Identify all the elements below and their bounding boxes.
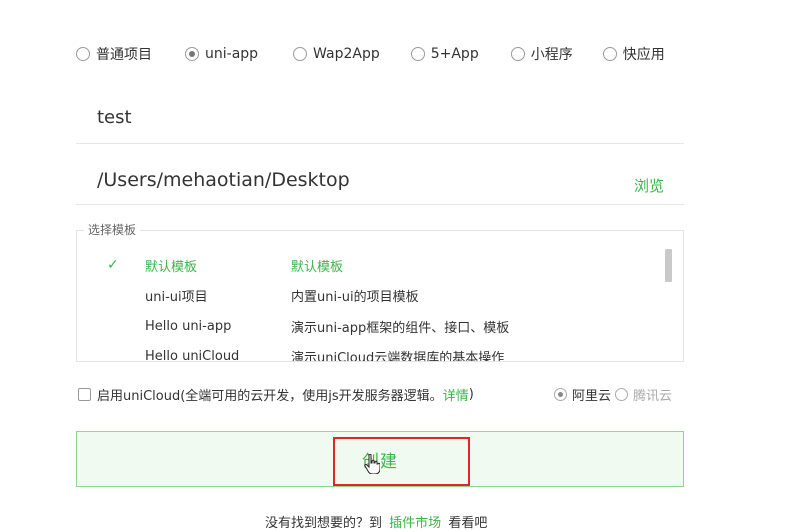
radio-icon [602,47,617,61]
check-icon: ✓ [107,257,119,273]
unicloud-label-suffix: ) [468,386,474,402]
unicloud-checkbox[interactable] [78,387,91,401]
project-type-group: 普通项目 uni-app Wap2App 5+App 小程序 快应用 [76,42,696,66]
provider-label: 腾讯云 [633,388,673,404]
template-name: uni-ui项目 [145,289,208,305]
project-type-5plus-app[interactable]: 5+App [410,46,479,62]
project-path-input[interactable] [76,156,684,205]
template-item-default[interactable]: ✓ 默认模板 默认模板 [77,250,667,280]
create-button[interactable]: 创建 [76,431,684,487]
project-type-quick-app[interactable]: 快应用 [602,44,665,64]
project-type-label: 快应用 [622,47,665,63]
template-name: 默认模板 [145,259,198,275]
project-type-label: 5+App [430,46,479,62]
template-name: Hello uniCloud [145,348,240,362]
project-type-wap2app[interactable]: Wap2App [293,46,380,62]
provider-aliyun[interactable]: 阿里云 [554,385,611,404]
provider-tencent[interactable]: 腾讯云 [615,385,672,404]
radio-icon [76,47,90,61]
template-desc: 内置uni-ui的项目模板 [291,289,419,305]
cloud-provider-group: 阿里云 腾讯云 [554,384,676,404]
template-list-scrollbar[interactable] [665,249,672,282]
template-item-hello-unicloud[interactable]: Hello uniCloud 演示uniCloud云端数据库的基本操作 [77,341,667,362]
radio-icon [615,387,629,401]
unicloud-option: 启用uniCloud(全端可用的云开发，使用js开发服务器逻辑。 详情 ) [78,384,474,404]
provider-label: 阿里云 [572,388,612,404]
project-type-label: Wap2App [313,46,380,62]
template-desc: 默认模板 [291,259,344,275]
project-type-uni-app[interactable]: uni-app [185,46,258,62]
radio-icon [510,47,525,61]
footer-suffix: 看看吧 [448,516,488,531]
project-type-label: uni-app [205,46,259,62]
project-type-mini-program[interactable]: 小程序 [510,44,573,64]
template-desc: 演示uni-app框架的组件、接口、模板 [291,320,510,336]
create-button-label: 创建 [362,451,398,472]
radio-selected-icon [554,387,567,401]
footer-prefix: 没有找到想要的？到 [265,516,383,531]
radio-icon [410,47,425,61]
unicloud-label: 启用uniCloud(全端可用的云开发，使用js开发服务器逻辑。 [97,388,443,404]
project-type-label: 普通项目 [96,47,152,63]
template-item-uni-ui[interactable]: uni-ui项目 内置uni-ui的项目模板 [77,280,667,310]
radio-icon [293,47,308,61]
project-type-normal[interactable]: 普通项目 [76,44,152,64]
template-list: ✓ 默认模板 默认模板 uni-ui项目 内置uni-ui的项目模板 Hello… [76,230,684,362]
project-type-label: 小程序 [530,47,573,63]
template-name: Hello uni-app [145,318,232,334]
project-name-input[interactable] [76,92,684,144]
template-list-legend: 选择模板 [84,221,141,238]
new-project-dialog: 普通项目 uni-app Wap2App 5+App 小程序 快应用 浏览 ✓ [0,0,811,532]
footer-hint: 没有找到想要的？到 插件市场 看看吧 [265,512,487,531]
plugin-market-link[interactable]: 插件市场 [389,516,441,531]
radio-selected-icon [185,47,199,61]
template-item-hello-uni-app[interactable]: Hello uni-app 演示uni-app框架的组件、接口、模板 [77,311,667,341]
browse-button[interactable]: 浏览 [634,175,664,196]
unicloud-detail-link[interactable]: 详情 [443,385,469,404]
template-desc: 演示uniCloud云端数据库的基本操作 [291,350,505,362]
